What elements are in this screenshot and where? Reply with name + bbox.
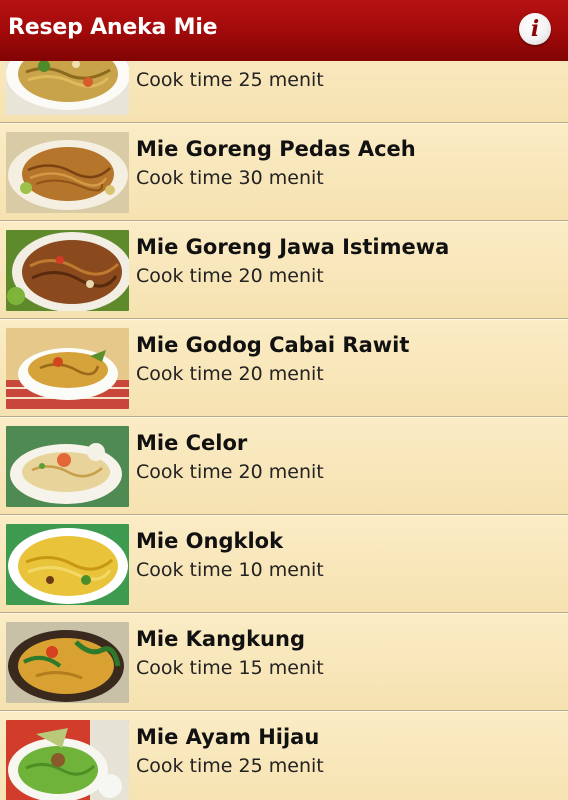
recipe-name: Mie Kangkung (136, 627, 305, 651)
recipe-item[interactable]: Mie Goreng Jawa Istimewa Cook time 20 me… (0, 221, 568, 319)
recipe-name: Mie Goreng Pedas Aceh (136, 137, 416, 161)
noodle-dish-image (6, 426, 129, 507)
recipe-list[interactable]: Cook time 25 menit Mie Goreng Pedas Aceh… (0, 61, 568, 800)
recipe-cook-time: Cook time 20 menit (136, 265, 324, 287)
recipe-thumbnail (6, 622, 129, 703)
app-title: Resep Aneka Mie (8, 15, 218, 40)
recipe-cook-time: Cook time 30 menit (136, 167, 324, 189)
recipe-name: Mie Ayam Hijau (136, 725, 320, 749)
recipe-item[interactable]: Mie Celor Cook time 20 menit (0, 417, 568, 515)
recipe-item[interactable]: Mie Ayam Hijau Cook time 25 menit (0, 711, 568, 800)
recipe-item[interactable]: Cook time 25 menit (0, 61, 568, 123)
noodle-dish-image (6, 622, 129, 703)
recipe-thumbnail (6, 328, 129, 409)
recipe-name: Mie Goreng Jawa Istimewa (136, 235, 450, 259)
recipe-item[interactable]: Mie Godog Cabai Rawit Cook time 20 menit (0, 319, 568, 417)
recipe-thumbnail (6, 524, 129, 605)
recipe-item[interactable]: Mie Ongklok Cook time 10 menit (0, 515, 568, 613)
noodle-dish-image (6, 230, 129, 311)
recipe-thumbnail (6, 61, 129, 115)
recipe-cook-time: Cook time 20 menit (136, 461, 324, 483)
recipe-cook-time: Cook time 15 menit (136, 657, 324, 679)
noodle-dish-image (6, 61, 129, 115)
recipe-cook-time: Cook time 25 menit (136, 69, 324, 91)
recipe-name: Mie Celor (136, 431, 248, 455)
recipe-thumbnail (6, 720, 129, 800)
recipe-cook-time: Cook time 25 menit (136, 755, 324, 777)
info-button[interactable]: i (519, 13, 551, 45)
recipe-name: Mie Godog Cabai Rawit (136, 333, 410, 357)
recipe-cook-time: Cook time 10 menit (136, 559, 324, 581)
recipe-item[interactable]: Mie Goreng Pedas Aceh Cook time 30 menit (0, 123, 568, 221)
noodle-dish-image (6, 720, 129, 800)
recipe-thumbnail (6, 230, 129, 311)
recipe-name: Mie Ongklok (136, 529, 284, 553)
recipe-cook-time: Cook time 20 menit (136, 363, 324, 385)
noodle-dish-image (6, 132, 129, 213)
info-icon: i (530, 16, 540, 42)
recipe-thumbnail (6, 132, 129, 213)
recipe-thumbnail (6, 426, 129, 507)
noodle-dish-image (6, 328, 129, 409)
noodle-dish-image (6, 524, 129, 605)
recipe-item[interactable]: Mie Kangkung Cook time 15 menit (0, 613, 568, 711)
app-bar: Resep Aneka Mie i (0, 0, 568, 61)
